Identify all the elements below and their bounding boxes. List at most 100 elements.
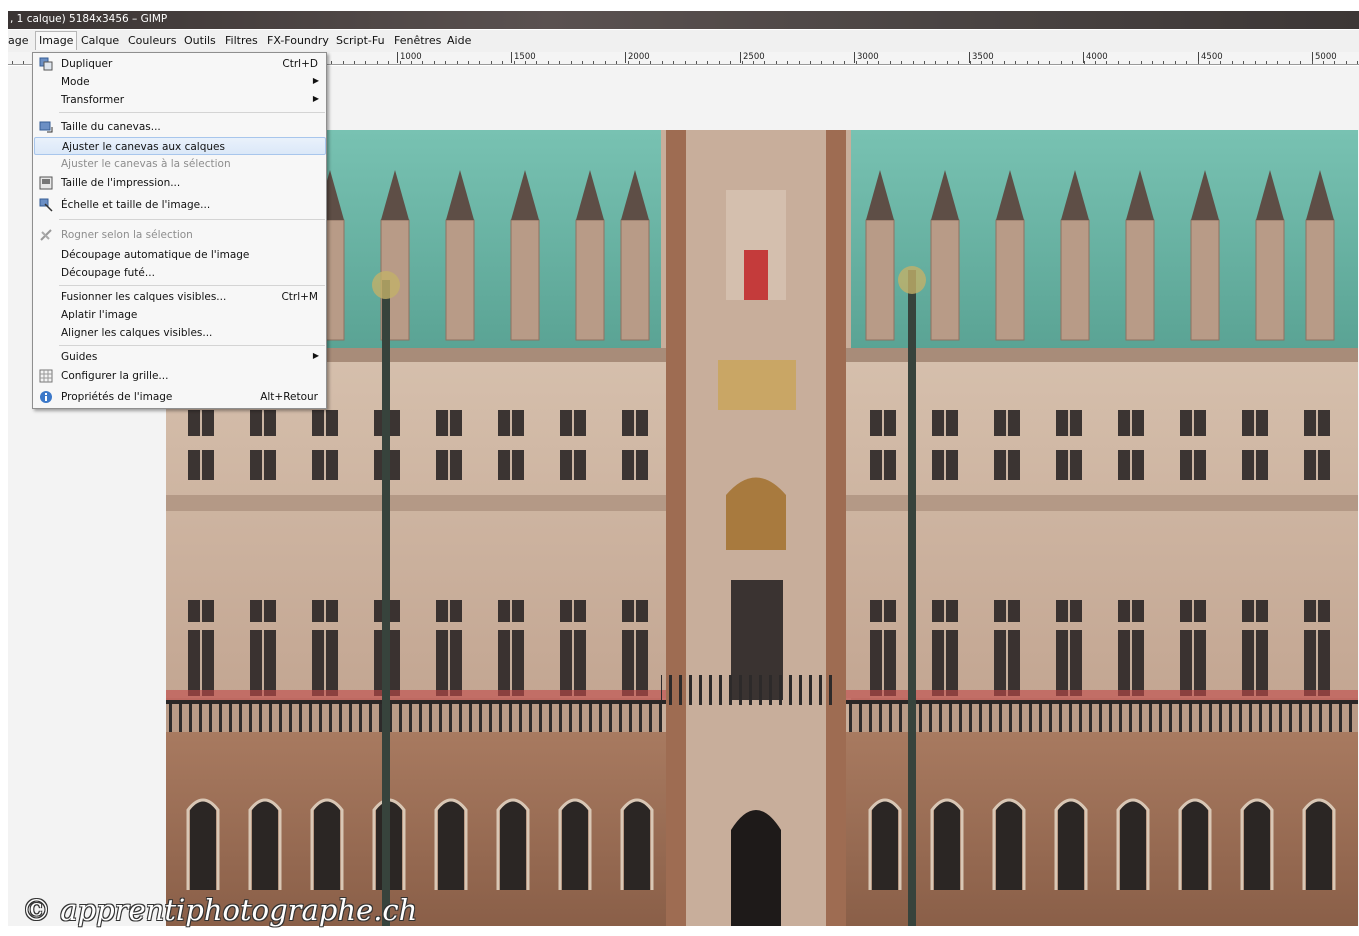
ruler-tick — [707, 61, 708, 64]
ruler-tick — [1255, 61, 1256, 64]
ruler-tick — [548, 61, 549, 64]
menu-script-fu[interactable]: Script-Fu — [336, 34, 385, 47]
ruler-tick — [628, 61, 629, 64]
print-size-icon — [39, 176, 53, 190]
crop-icon — [39, 228, 53, 242]
ruler-tick — [400, 61, 401, 64]
ruler-tick — [1220, 61, 1221, 64]
menu-outils[interactable]: Outils — [184, 34, 216, 47]
menu-item-taille-canevas[interactable]: Taille du canevas... — [34, 118, 326, 136]
info-icon — [39, 390, 53, 404]
ruler-tick — [536, 61, 537, 64]
ruler-tick — [445, 61, 446, 64]
submenu-arrow-icon: ▶ — [312, 76, 319, 85]
ruler-tick — [491, 61, 492, 64]
ruler-tick — [1175, 61, 1176, 64]
ruler-tick — [1015, 61, 1016, 64]
menu-item-decoupage-fute[interactable]: Découpage futé... — [34, 264, 326, 282]
menu-fenetres[interactable]: Fenêtres — [394, 34, 441, 47]
ruler-tick — [525, 61, 526, 64]
ruler-tick — [913, 61, 914, 64]
ruler-tick — [878, 61, 879, 64]
menu-item-decoupage-automatique[interactable]: Découpage automatique de l'image — [34, 246, 326, 264]
ruler-tick — [1152, 61, 1153, 64]
menu-separator — [59, 112, 325, 113]
ruler-tick — [696, 61, 697, 64]
ruler-tick — [753, 61, 754, 64]
menu-item-taille-impression[interactable]: Taille de l'impression... — [34, 174, 326, 192]
ruler-tick — [479, 61, 480, 64]
menu-image-partial[interactable]: age — [8, 34, 29, 47]
window-title: , 1 calque) 5184x3456 – GIMP — [10, 13, 168, 25]
ruler-tick — [1232, 61, 1233, 64]
menu-item-label: Ajuster le canevas à la sélection — [61, 158, 231, 170]
ruler-tick — [1266, 61, 1267, 64]
ruler-tick — [1027, 61, 1028, 64]
menu-item-label: Découpage futé... — [61, 267, 155, 279]
ruler-tick — [867, 61, 868, 64]
ruler-tick — [1049, 61, 1050, 64]
duplicate-icon — [39, 57, 53, 71]
submenu-arrow-icon: ▶ — [312, 94, 319, 103]
ruler-tick — [958, 61, 959, 64]
menu-item-dupliquer[interactable]: Dupliquer Ctrl+D — [34, 55, 326, 73]
menu-item-configurer-grille[interactable]: Configurer la grille... — [34, 367, 326, 385]
ruler-tick — [1095, 61, 1096, 64]
menu-item-mode[interactable]: Mode ▶ — [34, 73, 326, 91]
menu-image[interactable]: Image — [35, 31, 78, 50]
menu-item-guides[interactable]: Guides ▶ — [34, 348, 326, 366]
ruler-tick — [719, 61, 720, 64]
ruler-tick — [365, 61, 366, 64]
ruler-tick — [764, 61, 765, 64]
menu-item-label: Guides — [61, 351, 98, 363]
menu-separator — [59, 345, 325, 346]
menu-calque[interactable]: Calque — [81, 34, 119, 47]
ruler-tick — [1038, 61, 1039, 64]
image-canvas[interactable] — [166, 130, 1358, 926]
ruler-tick — [1004, 61, 1005, 64]
menu-aide[interactable]: Aide — [447, 34, 471, 47]
ruler-tick — [742, 61, 743, 64]
ruler-tick — [776, 61, 777, 64]
ruler-tick — [639, 61, 640, 64]
ruler-tick — [1141, 61, 1142, 64]
ruler-tick — [343, 61, 344, 64]
ruler-tick — [1129, 61, 1130, 64]
window-titlebar: , 1 calque) 5184x3456 – GIMP — [8, 11, 1359, 29]
ruler-tick — [1312, 61, 1313, 64]
menu-item-fusionner-calques[interactable]: Fusionner les calques visibles... Ctrl+M — [34, 288, 326, 306]
ruler-tick — [571, 61, 572, 64]
ruler-tick — [1277, 61, 1278, 64]
ruler-tick — [1072, 61, 1073, 64]
ruler-tick — [354, 61, 355, 64]
ruler-tick — [1163, 61, 1164, 64]
menu-item-aligner-calques[interactable]: Aligner les calques visibles... — [34, 324, 326, 342]
ruler-label: 5000 — [1312, 52, 1337, 63]
scale-image-icon — [39, 198, 53, 212]
menu-couleurs[interactable]: Couleurs — [128, 34, 176, 47]
ruler-tick — [422, 61, 423, 64]
menu-filtres[interactable]: Filtres — [225, 34, 258, 47]
menu-item-label: Aligner les calques visibles... — [61, 327, 213, 339]
ruler-tick — [457, 61, 458, 64]
menu-item-rogner-selection[interactable]: Rogner selon la sélection — [34, 226, 326, 244]
ruler-tick — [1118, 61, 1119, 64]
menu-item-proprietes-image[interactable]: Propriétés de l'image Alt+Retour — [34, 388, 326, 406]
menu-item-ajuster-canevas-selection[interactable]: Ajuster le canevas à la sélection — [34, 155, 326, 173]
menu-item-aplatir-image[interactable]: Aplatir l'image — [34, 306, 326, 324]
ruler-tick — [810, 61, 811, 64]
menu-item-echelle-taille[interactable]: Échelle et taille de l'image... — [34, 196, 326, 214]
menu-fx-foundry[interactable]: FX-Foundry — [267, 34, 329, 47]
ruler-tick — [1323, 61, 1324, 64]
menu-item-ajuster-canevas-calques[interactable]: Ajuster le canevas aux calques — [34, 137, 326, 155]
menu-item-label: Configurer la grille... — [61, 370, 169, 382]
grid-icon — [39, 369, 53, 383]
menu-item-shortcut: Alt+Retour — [260, 391, 318, 403]
hamburg-rathaus-photo — [166, 130, 1358, 926]
menu-item-shortcut: Ctrl+M — [281, 291, 318, 303]
ruler-tick — [1300, 61, 1301, 64]
ruler-tick — [833, 61, 834, 64]
menu-item-transformer[interactable]: Transformer ▶ — [34, 91, 326, 109]
ruler-tick — [388, 61, 389, 64]
ruler-label: 4500 — [1198, 52, 1223, 63]
